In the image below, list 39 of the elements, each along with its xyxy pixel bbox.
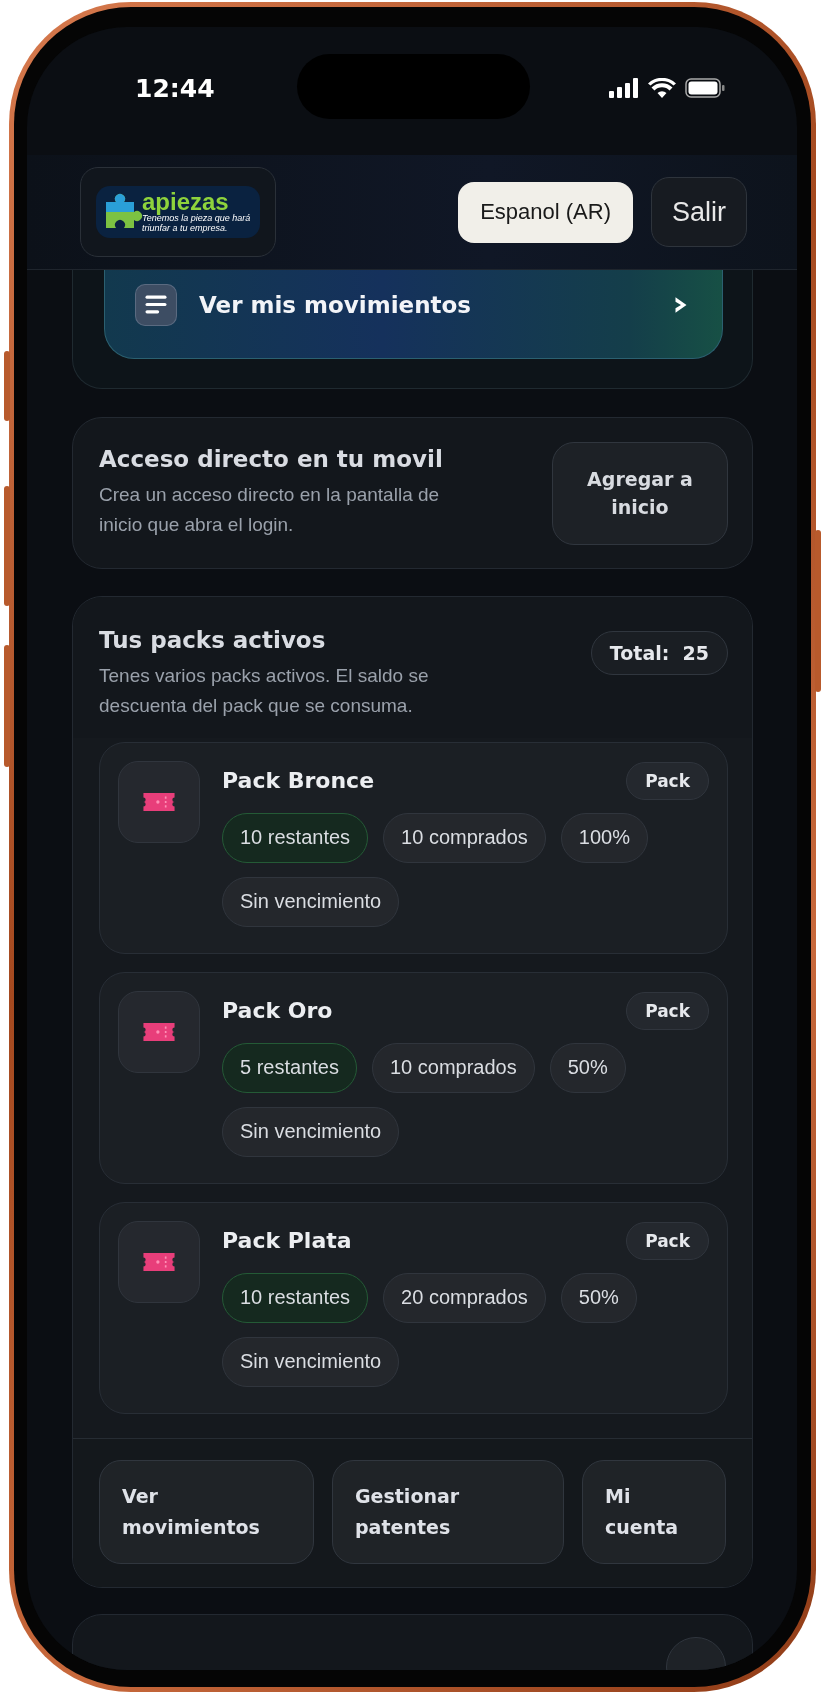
pack-name: Pack Plata [222, 1228, 352, 1254]
action-button[interactable]: Ver movimientos [99, 1459, 314, 1564]
pack-chip: Sin vencimiento [222, 1106, 400, 1157]
signal-icon [609, 78, 639, 98]
status-time: 12:44 [135, 74, 215, 103]
language-button[interactable]: Espanol (AR) [458, 181, 633, 243]
logout-button[interactable]: Salir [651, 177, 747, 247]
pack-chip: Sin vencimiento [222, 1336, 400, 1387]
pack-chip: 50% [560, 1272, 637, 1323]
pack-badge: Pack [626, 991, 709, 1030]
pack-chip: 10 comprados [371, 1042, 535, 1093]
card-title: Tus packs activos [99, 627, 327, 653]
wifi-icon [648, 78, 676, 98]
card-title: Acceso directo en tu movil [99, 445, 444, 472]
logo[interactable]: apiezas Tenemos la pieza que hará triunfar a tu empresa. [80, 167, 276, 257]
pack-badge: Pack [626, 1221, 709, 1260]
card-description: Crea un acceso directo en la pantalla de inicio que abra el login. [99, 482, 441, 537]
pack-chip: 5 restantes [222, 1042, 357, 1093]
ticket-icon [118, 990, 200, 1073]
pack-chip: 10 restantes [222, 1272, 369, 1323]
battery-icon [685, 78, 725, 98]
total-badge: Total: 25 [590, 631, 728, 675]
pack-chip: 100% [560, 812, 648, 863]
card-description: Tenes varios packs activos. El saldo se descuenta del pack que se consuma. [99, 664, 430, 719]
ticket-icon [118, 1220, 200, 1303]
action-button[interactable]: Mi cuenta [582, 1459, 726, 1564]
ticket-icon [118, 760, 200, 843]
add-to-home-button[interactable]: Agregar a inicio [552, 441, 728, 545]
list-icon [135, 284, 177, 326]
pack-chip: 20 comprados [383, 1272, 546, 1323]
pack-name: Pack Bronce [222, 768, 375, 794]
movements-button[interactable]: Ver mis movimientos [104, 270, 723, 359]
action-button[interactable]: Gestionar patentes [332, 1459, 564, 1564]
pack-chip: 50% [549, 1042, 626, 1093]
pack-chip: 10 comprados [383, 812, 546, 863]
pack-name: Pack Oro [222, 998, 333, 1024]
pack-chip: Sin vencimiento [222, 876, 400, 927]
pack-badge: Pack [626, 761, 709, 800]
pack-chip: 10 restantes [222, 812, 369, 863]
